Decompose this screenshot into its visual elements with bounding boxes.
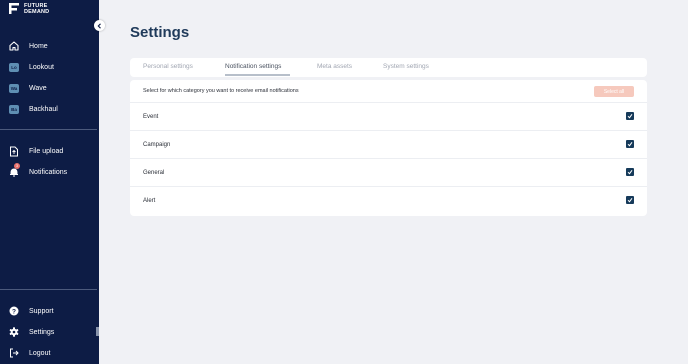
lookout-icon: Lo: [9, 62, 19, 72]
sidebar-item-label: Logout: [29, 349, 51, 357]
page-title: Settings: [130, 24, 190, 41]
svg-text:?: ?: [12, 308, 16, 315]
panel-description: Select for which category you want to re…: [143, 88, 299, 94]
category-label: Campaign: [143, 142, 171, 148]
sidebar-item-label: Lookout: [29, 63, 54, 71]
brand-name: FUTURE DEMAND: [24, 3, 49, 15]
active-nav-indicator: [96, 327, 99, 336]
checkmark-icon: [627, 114, 633, 119]
sidebar-item-label: Backhaul: [29, 105, 58, 113]
active-tab-underline: [225, 74, 290, 76]
sidebar-divider: [0, 129, 97, 130]
chevron-left-icon: [97, 22, 101, 29]
tab-system-settings[interactable]: System settings: [383, 63, 429, 70]
gear-icon: [9, 327, 19, 337]
sidebar-item-settings[interactable]: Settings: [9, 326, 54, 338]
category-row-alert: Alert: [130, 186, 647, 214]
file-upload-icon: [9, 146, 19, 156]
future-demand-logo-icon: [9, 3, 19, 14]
brand-name-line2: DEMAND: [24, 8, 50, 15]
settings-tabs: Personal settings Notification settings …: [130, 58, 647, 77]
lookout-abbr: Lo: [9, 62, 19, 72]
sidebar-item-label: Support: [29, 307, 54, 315]
collapse-sidebar-button[interactable]: [94, 20, 105, 31]
tab-notification-settings[interactable]: Notification settings: [225, 63, 281, 70]
sidebar-item-home[interactable]: Home: [9, 40, 48, 52]
sidebar-item-logout[interactable]: Logout: [9, 347, 50, 359]
campaign-checkbox[interactable]: [626, 140, 634, 148]
notification-badge: 3: [14, 163, 20, 169]
sidebar-item-backhaul[interactable]: Ba Backhaul: [9, 103, 58, 115]
wave-icon: Wa: [9, 83, 19, 93]
category-row-campaign: Campaign: [130, 130, 647, 158]
alert-checkbox[interactable]: [626, 196, 634, 204]
tab-meta-assets[interactable]: Meta assets: [317, 63, 352, 70]
notification-settings-panel: Select for which category you want to re…: [130, 80, 647, 216]
sidebar-item-label: Wave: [29, 84, 47, 92]
sidebar-item-wave[interactable]: Wa Wave: [9, 82, 47, 94]
sidebar-divider: [0, 289, 97, 290]
sidebar-item-lookout[interactable]: Lo Lookout: [9, 61, 54, 73]
checkmark-icon: [627, 198, 633, 203]
category-row-general: General: [130, 158, 647, 186]
general-checkbox[interactable]: [626, 168, 634, 176]
backhaul-icon: Ba: [9, 104, 19, 114]
category-label: Alert: [143, 198, 156, 204]
category-label: Event: [143, 114, 159, 120]
category-label: General: [143, 170, 165, 176]
event-checkbox[interactable]: [626, 112, 634, 120]
sidebar: FUTURE DEMAND Home Lo Lookout Wa Wave Ba…: [0, 0, 99, 364]
sidebar-item-notifications[interactable]: 3 Notifications: [9, 163, 68, 178]
brand-logo[interactable]: FUTURE DEMAND: [8, 2, 49, 15]
sidebar-item-support[interactable]: ? Support: [9, 305, 54, 317]
logout-icon: [9, 348, 19, 358]
sidebar-item-label: File upload: [29, 147, 64, 155]
backhaul-abbr: Ba: [9, 104, 19, 114]
tab-personal-settings[interactable]: Personal settings: [143, 63, 193, 70]
brand-name-line1: FUTURE: [24, 2, 48, 9]
checkmark-icon: [627, 170, 633, 175]
select-all-button[interactable]: Select all: [594, 86, 634, 97]
checkmark-icon: [627, 142, 633, 147]
wave-abbr: Wa: [9, 83, 19, 93]
sidebar-item-label: Settings: [29, 328, 55, 336]
sidebar-item-file-upload[interactable]: File upload: [9, 145, 63, 157]
sidebar-item-label: Notifications: [29, 168, 68, 176]
home-icon: [9, 41, 19, 51]
sidebar-item-label: Home: [29, 42, 48, 50]
bell-icon: 3: [9, 163, 20, 177]
help-icon: ?: [9, 306, 19, 316]
category-row-event: Event: [130, 102, 647, 130]
